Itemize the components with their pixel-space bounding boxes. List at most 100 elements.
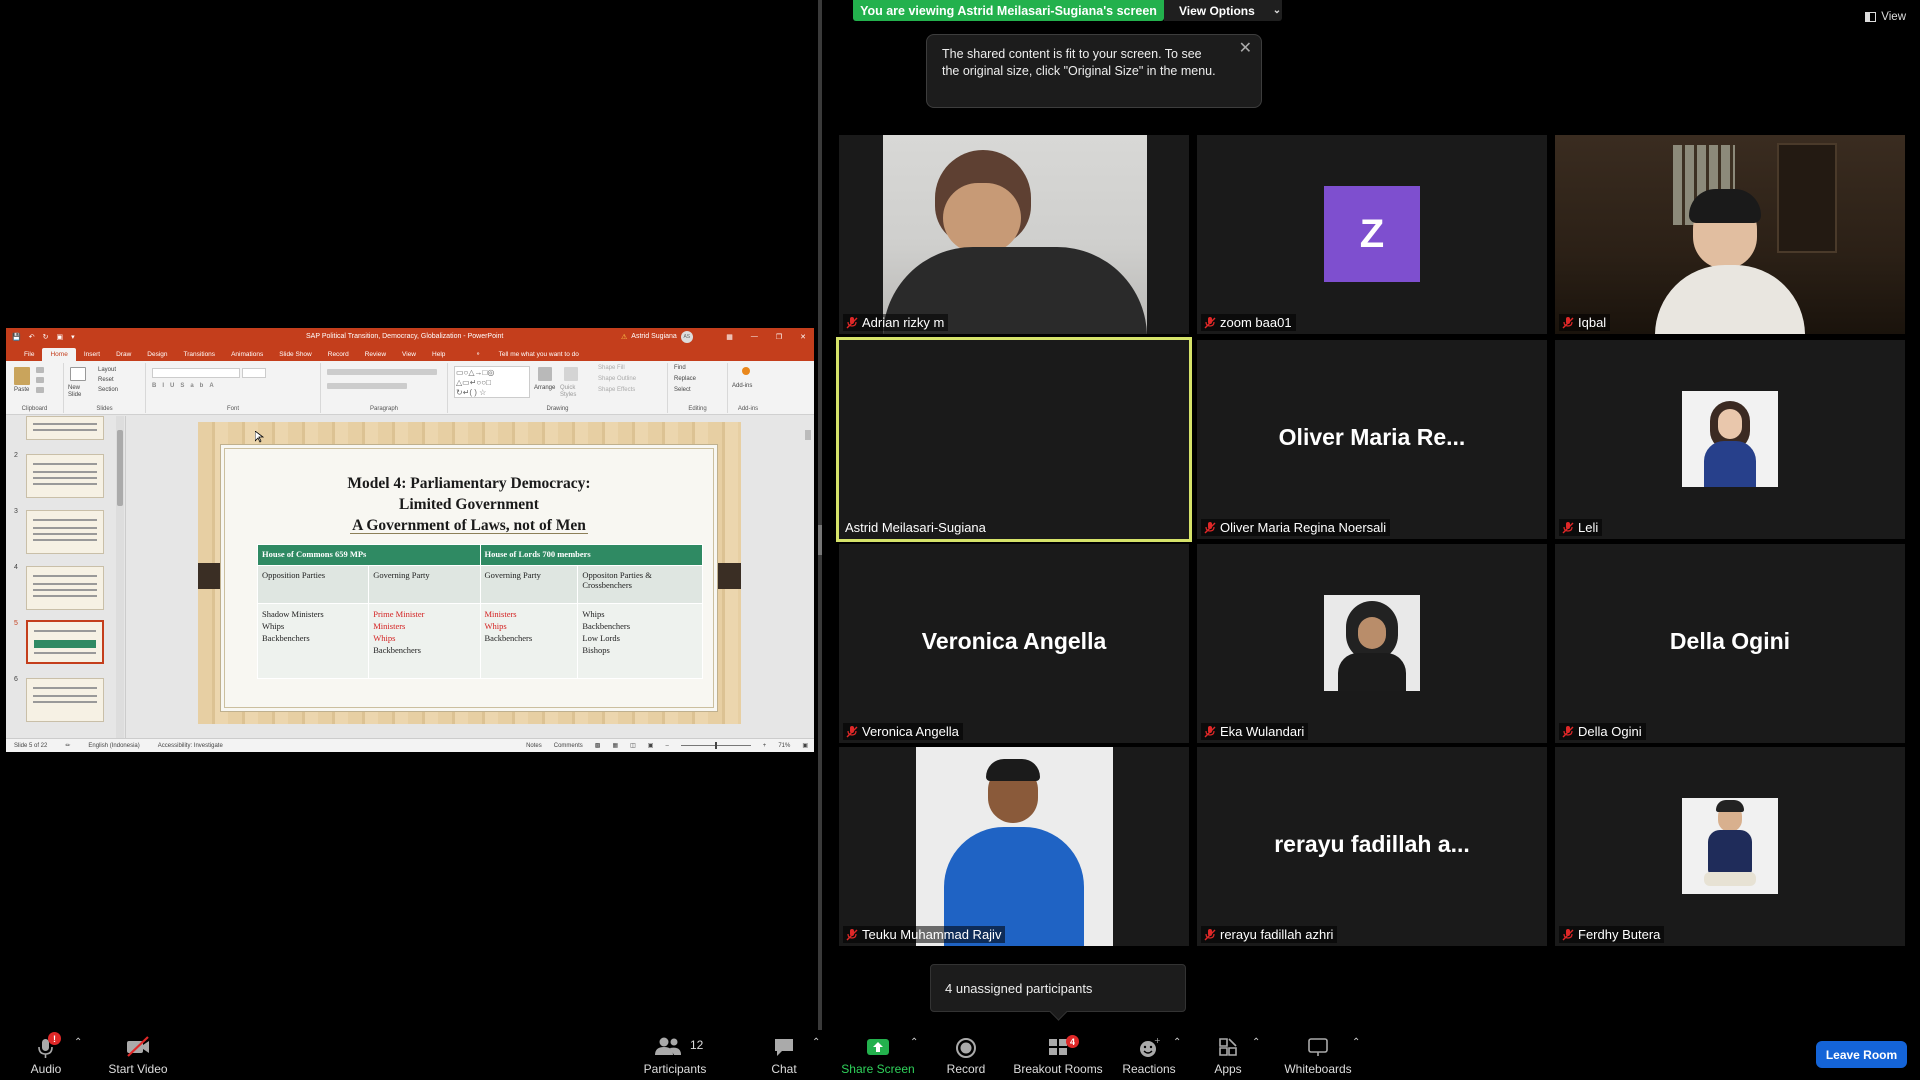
participant-tile[interactable]: Eka Wulandari xyxy=(1197,544,1547,743)
fit-slide-icon[interactable]: ▣ xyxy=(802,742,808,749)
list-buttons-icon[interactable] xyxy=(327,369,437,375)
share-screen-button[interactable]: Share Screen xyxy=(838,1030,918,1080)
tab-help[interactable]: Help xyxy=(424,348,453,361)
replace-button[interactable]: Replace xyxy=(674,376,696,382)
audio-options-caret[interactable]: ⌃ xyxy=(74,1037,82,1048)
addins-icon[interactable] xyxy=(742,367,750,375)
present-icon[interactable]: ▣ xyxy=(56,333,63,341)
participant-tile[interactable]: Adrian rizky m xyxy=(839,135,1189,334)
slide-thumbnail-selected[interactable] xyxy=(26,620,104,664)
shape-fill-button[interactable]: Shape Fill xyxy=(598,365,625,371)
minimize-icon[interactable]: — xyxy=(751,333,758,341)
reading-view-icon[interactable]: ◫ xyxy=(630,742,636,749)
slide-scroll-knob[interactable] xyxy=(805,430,811,440)
notes-button[interactable]: Notes xyxy=(526,743,542,749)
layout-button[interactable]: Layout xyxy=(98,367,116,373)
participant-tile[interactable]: Iqbal xyxy=(1555,135,1905,334)
slide-thumbnail[interactable] xyxy=(26,510,104,554)
apps-button[interactable]: Apps xyxy=(1208,1030,1248,1080)
record-button[interactable]: Record xyxy=(940,1030,992,1080)
whiteboards-options-caret[interactable]: ⌃ xyxy=(1352,1037,1360,1048)
close-icon[interactable]: ✕ xyxy=(1239,40,1252,57)
reactions-options-caret[interactable]: ⌃ xyxy=(1173,1037,1181,1048)
divider-handle[interactable] xyxy=(818,525,822,555)
participant-tile[interactable]: Leli xyxy=(1555,340,1905,539)
chat-button[interactable]: Chat xyxy=(764,1030,804,1080)
new-slide-icon[interactable] xyxy=(70,367,86,381)
section-button[interactable]: Section xyxy=(98,387,118,393)
ppt-user[interactable]: ⚠ Astrid Sugiana AS xyxy=(621,330,693,343)
customize-qat-icon[interactable]: ▾ xyxy=(71,333,75,341)
spellcheck-icon[interactable]: ✏ xyxy=(65,742,70,749)
share-options-caret[interactable]: ⌃ xyxy=(910,1037,918,1048)
slide-thumbnail[interactable] xyxy=(26,416,104,440)
participant-tile[interactable]: Della Ogini Della Ogini xyxy=(1555,544,1905,743)
participant-tile-active-speaker[interactable]: Astrid Meilasari-Sugiana xyxy=(836,337,1192,542)
whiteboards-button[interactable]: Whiteboards xyxy=(1280,1030,1356,1080)
start-video-button[interactable]: Start Video xyxy=(104,1030,172,1080)
paste-icon[interactable] xyxy=(14,367,30,385)
cut-icon[interactable] xyxy=(36,367,44,373)
normal-view-icon[interactable]: ▩ xyxy=(595,742,601,749)
participant-tile[interactable]: Teuku Muhammad Rajiv xyxy=(839,747,1189,946)
tab-animations[interactable]: Animations xyxy=(223,348,271,361)
split-divider[interactable] xyxy=(818,0,822,1030)
slide-canvas[interactable]: Model 4: Parliamentary Democracy: Limite… xyxy=(198,422,741,724)
font-size-box[interactable] xyxy=(242,368,266,378)
shape-effects-button[interactable]: Shape Effects xyxy=(598,387,635,393)
zoom-in-icon[interactable]: + xyxy=(763,743,767,749)
tab-draw[interactable]: Draw xyxy=(108,348,139,361)
tab-file[interactable]: File xyxy=(16,348,42,361)
tab-home[interactable]: Home xyxy=(42,348,76,361)
addins-button[interactable]: Add-ins xyxy=(732,383,752,389)
font-name-box[interactable] xyxy=(152,368,240,378)
format-painter-icon[interactable] xyxy=(36,387,44,393)
redo-icon[interactable]: ↻ xyxy=(43,333,49,341)
language-indicator[interactable]: English (Indonesia) xyxy=(88,743,139,749)
tell-me-search[interactable]: ⚬ Tell me what you want to do xyxy=(459,347,594,361)
participant-tile[interactable]: Veronica Angella Veronica Angella xyxy=(839,544,1189,743)
tab-review[interactable]: Review xyxy=(357,348,394,361)
participant-tile[interactable]: Z zoom baa01 xyxy=(1197,135,1547,334)
slide-sorter-icon[interactable]: ▦ xyxy=(612,742,618,749)
align-buttons-icon[interactable] xyxy=(327,383,407,389)
tab-view[interactable]: View xyxy=(394,348,424,361)
participant-tile[interactable]: Ferdhy Butera xyxy=(1555,747,1905,946)
zoom-slider[interactable] xyxy=(680,742,751,749)
slide-thumbnail[interactable] xyxy=(26,566,104,610)
find-button[interactable]: Find xyxy=(674,365,686,371)
tab-slide-show[interactable]: Slide Show xyxy=(271,348,320,361)
arrange-label[interactable]: Arrange xyxy=(534,385,555,391)
zoom-out-icon[interactable]: – xyxy=(665,743,668,749)
shapes-gallery[interactable]: ▭○△→□◎ △▭↵○○□ ↻↵( ) ☆ xyxy=(454,366,530,398)
undo-icon[interactable]: ↶ xyxy=(29,333,35,341)
save-icon[interactable]: 💾 xyxy=(12,333,21,341)
copy-icon[interactable] xyxy=(36,377,44,383)
slide-thumbnail[interactable] xyxy=(26,454,104,498)
accessibility-checker[interactable]: Accessibility: Investigate xyxy=(158,743,223,749)
reactions-button[interactable]: + Reactions xyxy=(1122,1030,1176,1080)
view-options-button[interactable]: View Options ⌄ xyxy=(1164,0,1282,21)
leave-room-button[interactable]: Leave Room xyxy=(1816,1041,1907,1068)
shape-outline-button[interactable]: Shape Outline xyxy=(598,376,636,382)
participant-tile[interactable]: Oliver Maria Re... Oliver Maria Regina N… xyxy=(1197,340,1547,539)
maximize-icon[interactable]: ❐ xyxy=(776,333,782,341)
tab-insert[interactable]: Insert xyxy=(76,348,108,361)
unassigned-participants-popup[interactable]: 4 unassigned participants xyxy=(930,964,1186,1012)
apps-options-caret[interactable]: ⌃ xyxy=(1252,1037,1260,1048)
slideshow-icon[interactable]: ▣ xyxy=(648,742,654,749)
participants-button[interactable]: 12 Participants xyxy=(638,1030,712,1080)
tab-transitions[interactable]: Transitions xyxy=(176,348,224,361)
reset-button[interactable]: Reset xyxy=(98,377,114,383)
ribbon-display-icon[interactable]: ▦ xyxy=(726,333,733,341)
slide-scrollbar[interactable] xyxy=(803,416,813,726)
tab-design[interactable]: Design xyxy=(139,348,175,361)
tab-record[interactable]: Record xyxy=(320,348,357,361)
breakout-rooms-button[interactable]: 4 Breakout Rooms xyxy=(1012,1030,1104,1080)
font-format-buttons[interactable]: BIUSabA xyxy=(152,383,220,389)
close-icon[interactable]: ✕ xyxy=(800,333,806,341)
view-layout-button[interactable]: View xyxy=(1865,11,1906,23)
zoom-level[interactable]: 71% xyxy=(778,743,790,749)
new-slide-label[interactable]: New Slide xyxy=(68,385,92,399)
quick-styles-label[interactable]: Quick Styles xyxy=(560,385,586,399)
